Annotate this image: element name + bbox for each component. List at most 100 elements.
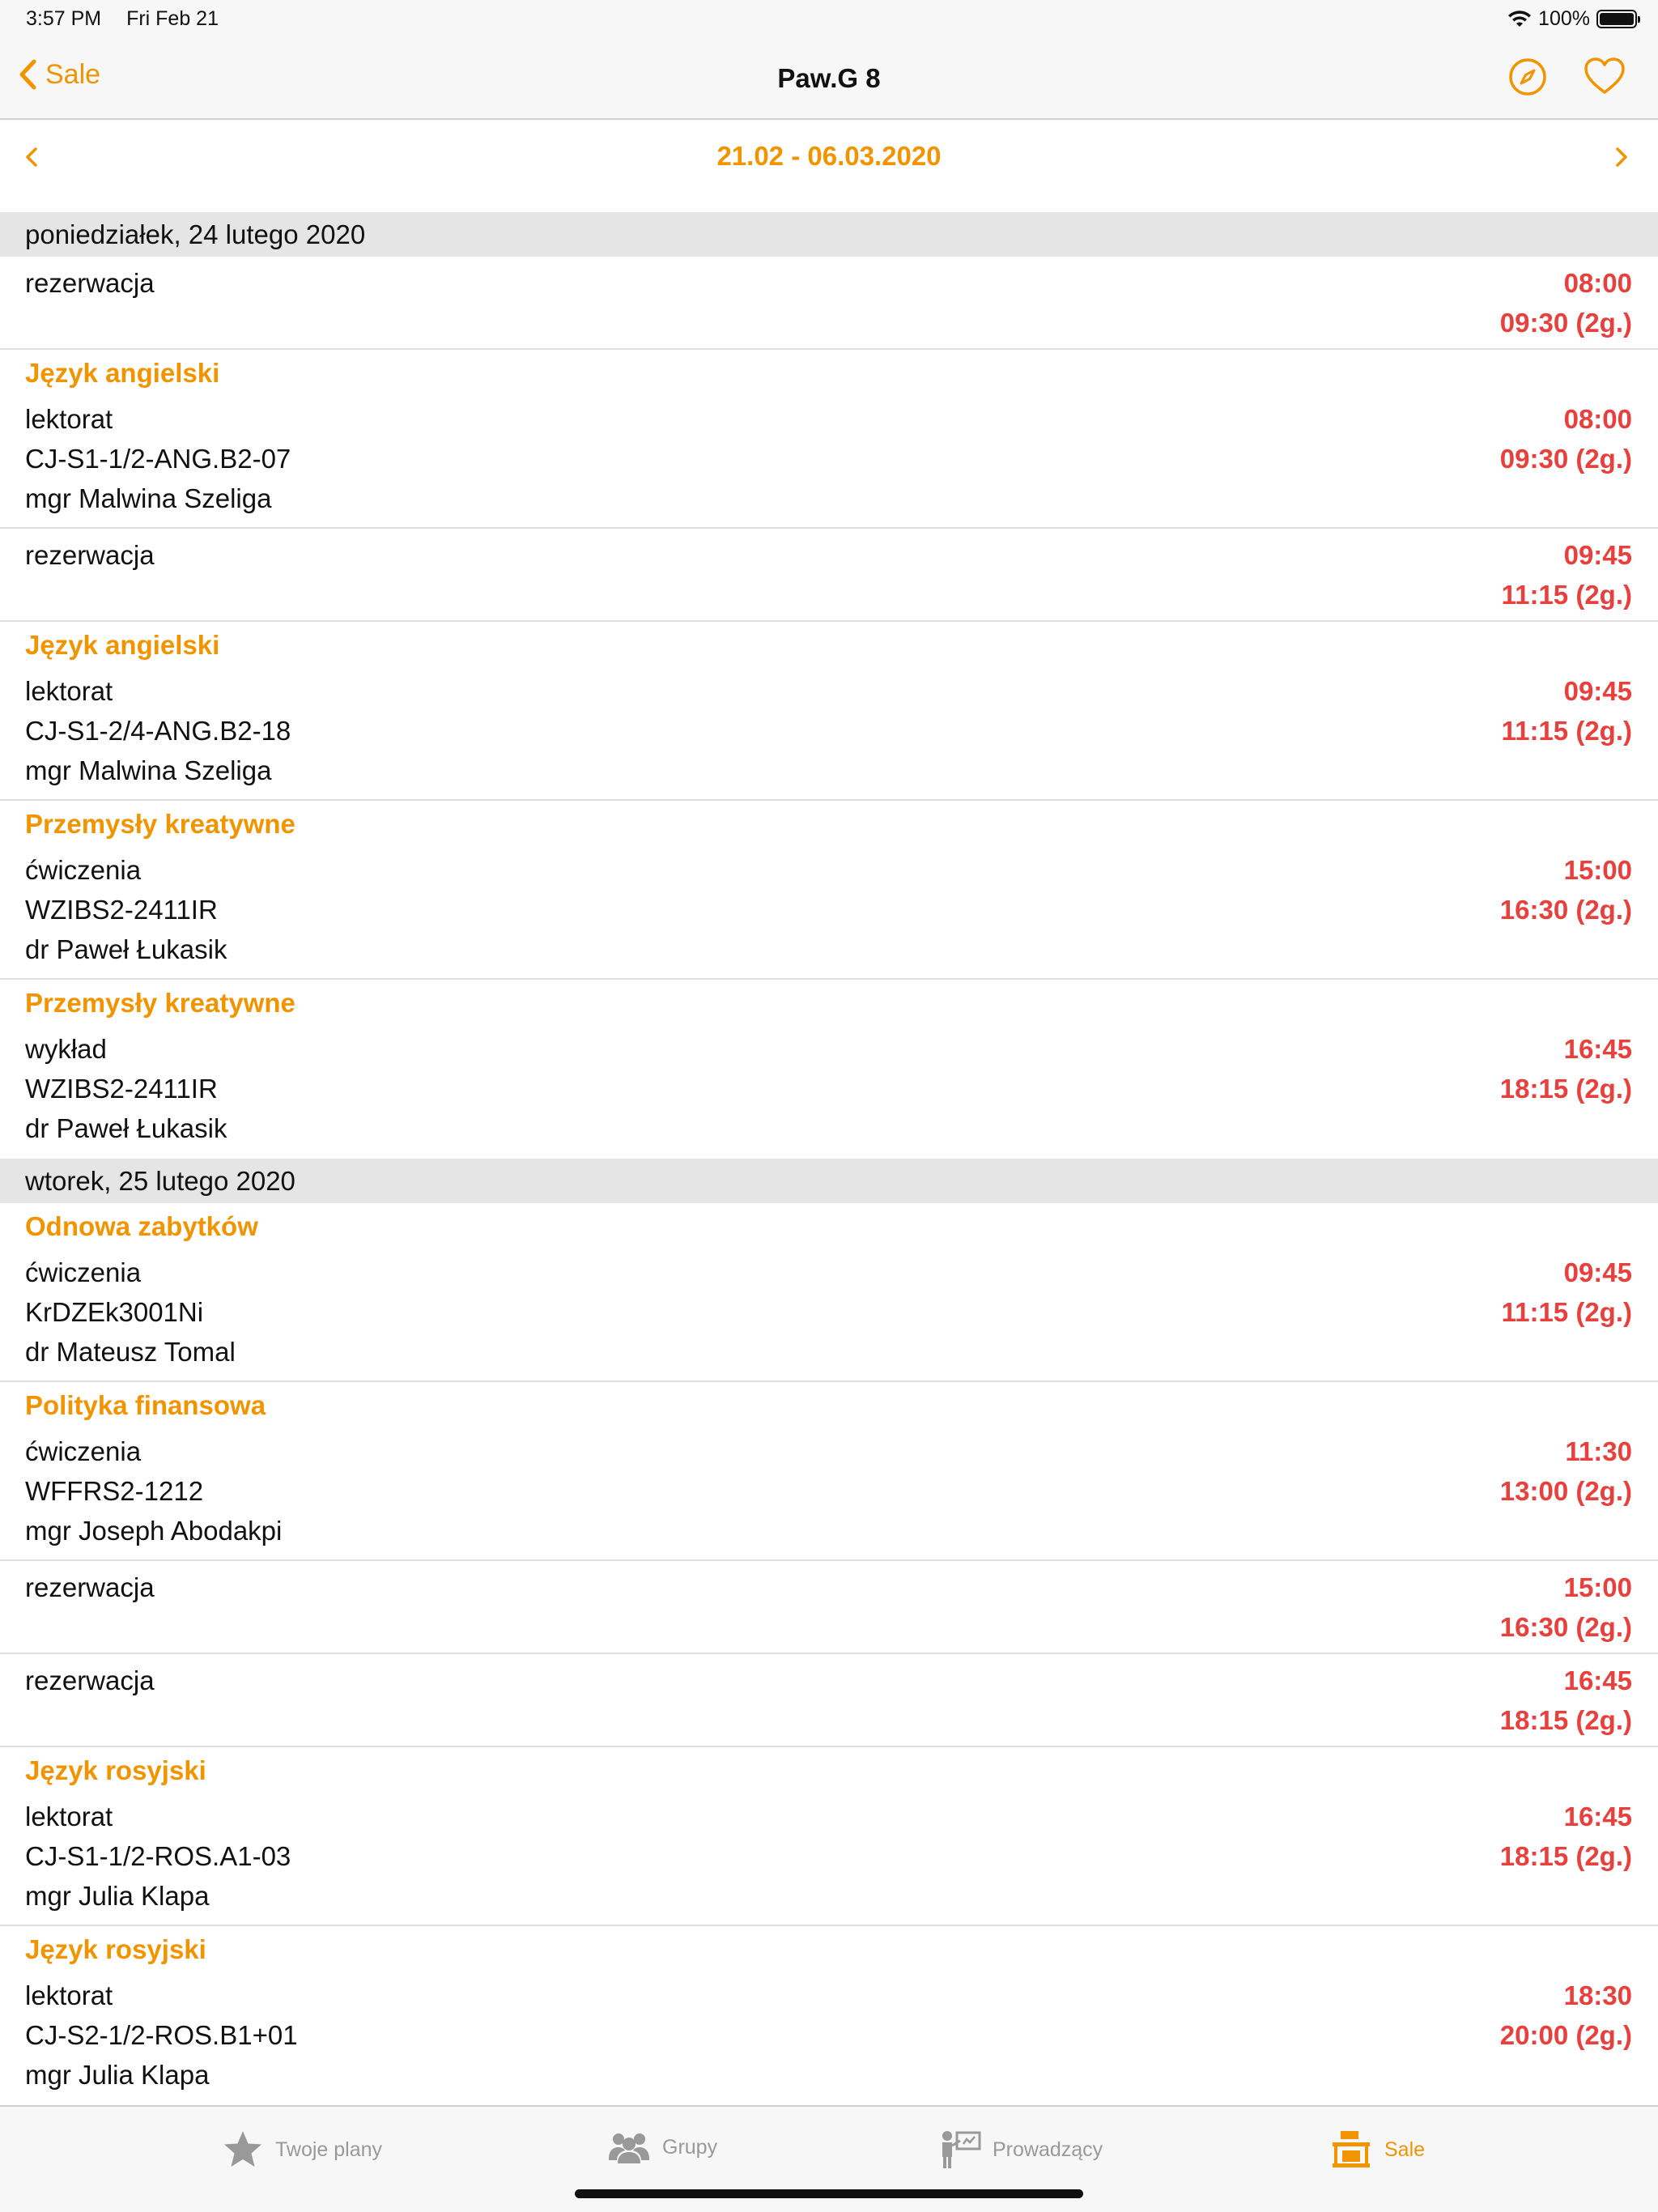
- date-range-bar: 21.02 - 06.03.2020: [0, 121, 1658, 212]
- entry-subject: Język rosyjski: [25, 1755, 206, 1785]
- entry-end-time: 11:15 (2g.): [1501, 1297, 1632, 1327]
- entry-start-time: 18:30: [1563, 1980, 1632, 2010]
- day-header: poniedziałek, 24 lutego 2020: [0, 212, 1658, 257]
- entry-start-time: 08:00: [1563, 404, 1632, 434]
- entry-start-time: 15:00: [1563, 1572, 1632, 1602]
- entry-teacher: dr Paweł Łukasik: [25, 934, 227, 964]
- entry-end-time: 11:15 (2g.): [1501, 716, 1632, 746]
- entry-type: ćwiczenia: [25, 1436, 142, 1466]
- entry-type: lektorat: [25, 1802, 113, 1831]
- page-title: Paw.G 8: [777, 63, 881, 93]
- entry-end-time: 16:30 (2g.): [1499, 1612, 1632, 1642]
- status-left: 3:57 PM Fri Feb 21: [26, 7, 238, 31]
- schedule-entry[interactable]: Język rosyjski lektorat CJ-S2-1/2-ROS.B1…: [0, 1926, 1658, 2105]
- entry-end-time: 11:15 (2g.): [1501, 580, 1632, 610]
- tab-prowadzacy[interactable]: Prowadzący: [939, 2129, 1103, 2170]
- entry-subject: Przemysły kreatywne: [25, 988, 295, 1018]
- entry-type: rezerwacja: [25, 540, 155, 570]
- entry-teacher: mgr Malwina Szeliga: [25, 483, 272, 513]
- entry-teacher: dr Mateusz Tomal: [25, 1337, 236, 1367]
- wifi-icon: [1508, 10, 1532, 27]
- entry-start-time: 15:00: [1563, 855, 1632, 885]
- entry-teacher: mgr Julia Klapa: [25, 1881, 210, 1911]
- status-bar: 3:57 PM Fri Feb 21 100%: [0, 0, 1658, 39]
- entry-group: KrDZEk3001Ni: [25, 1297, 204, 1327]
- entry-group: WZIBS2-2411IR: [25, 895, 218, 925]
- room-icon: [1333, 2131, 1370, 2167]
- entry-subject: Język rosyjski: [25, 1934, 206, 1964]
- entry-group: CJ-S1-2/4-ANG.B2-18: [25, 716, 291, 746]
- tab-label: Twoje plany: [275, 2138, 383, 2161]
- schedule-entry[interactable]: Odnowa zabytków ćwiczenia KrDZEk3001Ni d…: [0, 1203, 1658, 1382]
- entry-start-time: 09:45: [1563, 676, 1632, 706]
- entry-end-time: 09:30 (2g.): [1499, 308, 1632, 338]
- status-date: Fri Feb 21: [126, 7, 219, 30]
- entry-subject: Polityka finansowa: [25, 1390, 266, 1420]
- entry-subject: Język angielski: [25, 630, 220, 660]
- entry-type: lektorat: [25, 404, 113, 434]
- entry-start-time: 09:45: [1563, 1257, 1632, 1287]
- status-time: 3:57 PM: [26, 7, 102, 30]
- entry-subject: Język angielski: [25, 358, 220, 388]
- tab-label: Sale: [1384, 2138, 1426, 2161]
- battery-percent: 100%: [1538, 7, 1590, 30]
- schedule-entry[interactable]: Język rosyjski lektorat CJ-S1-1/2-ROS.A1…: [0, 1747, 1658, 1926]
- schedule-entry[interactable]: rezerwacja 16:45 18:15 (2g.): [0, 1654, 1658, 1747]
- entry-teacher: mgr Malwina Szeliga: [25, 755, 272, 785]
- heart-icon[interactable]: [1584, 57, 1626, 96]
- entry-teacher: mgr Joseph Abodakpi: [25, 1516, 283, 1546]
- entry-end-time: 18:15 (2g.): [1499, 1705, 1632, 1735]
- nav-bar: Sale Paw.G 8: [0, 39, 1658, 120]
- home-indicator: [575, 2189, 1083, 2198]
- entry-end-time: 09:30 (2g.): [1499, 444, 1632, 474]
- entry-end-time: 18:15 (2g.): [1499, 1841, 1632, 1871]
- day-header: wtorek, 25 lutego 2020: [0, 1159, 1658, 1203]
- entry-type: lektorat: [25, 676, 113, 706]
- schedule-entry[interactable]: Język angielski lektorat CJ-S1-2/4-ANG.B…: [0, 622, 1658, 801]
- tab-sale[interactable]: Sale: [1329, 2129, 1425, 2170]
- entry-type: wykład: [25, 1034, 107, 1064]
- date-range-label: 21.02 - 06.03.2020: [716, 141, 942, 171]
- entry-start-time: 11:30: [1565, 1436, 1632, 1466]
- star-icon: [224, 2131, 261, 2167]
- entry-type: ćwiczenia: [25, 1257, 142, 1287]
- entry-group: CJ-S2-1/2-ROS.B1+01: [25, 2020, 298, 2050]
- status-right: 100%: [1507, 7, 1640, 31]
- entry-start-time: 16:45: [1563, 1034, 1632, 1064]
- schedule-list[interactable]: poniedziałek, 24 lutego 2020 rezerwacja …: [0, 212, 1658, 2105]
- entry-type: rezerwacja: [25, 1665, 155, 1695]
- teacher-icon: [942, 2131, 981, 2168]
- schedule-entry[interactable]: Przemysły kreatywne wykład WZIBS2-2411IR…: [0, 980, 1658, 1159]
- entry-group: WZIBS2-2411IR: [25, 1074, 218, 1104]
- entry-start-time: 08:00: [1563, 268, 1632, 298]
- entry-group: CJ-S1-1/2-ANG.B2-07: [25, 444, 291, 474]
- schedule-entry[interactable]: Przemysły kreatywne ćwiczenia WZIBS2-241…: [0, 801, 1658, 980]
- entry-start-time: 16:45: [1563, 1665, 1632, 1695]
- compass-icon[interactable]: [1507, 57, 1548, 97]
- entry-type: rezerwacja: [25, 268, 155, 298]
- entry-subject: Przemysły kreatywne: [25, 809, 295, 839]
- tab-label: Prowadzący: [993, 2138, 1103, 2161]
- entry-type: ćwiczenia: [25, 855, 142, 885]
- tab-label: Grupy: [662, 2135, 718, 2159]
- tab-twoje-plany[interactable]: Twoje plany: [222, 2129, 382, 2170]
- entry-type: rezerwacja: [25, 1572, 155, 1602]
- schedule-entry[interactable]: Język angielski lektorat CJ-S1-1/2-ANG.B…: [0, 350, 1658, 529]
- battery-icon: [1596, 10, 1640, 28]
- entry-start-time: 16:45: [1563, 1802, 1632, 1831]
- entry-end-time: 18:15 (2g.): [1499, 1074, 1632, 1104]
- next-range-button[interactable]: [1611, 141, 1632, 173]
- entry-group: WFFRS2-1212: [25, 1476, 204, 1506]
- schedule-entry[interactable]: rezerwacja 15:00 16:30 (2g.): [0, 1561, 1658, 1654]
- entry-group: CJ-S1-1/2-ROS.A1-03: [25, 1841, 291, 1871]
- entry-teacher: dr Paweł Łukasik: [25, 1113, 227, 1143]
- entry-teacher: mgr Julia Klapa: [25, 2060, 210, 2090]
- tab-grupy[interactable]: Grupy: [607, 2129, 717, 2165]
- entry-start-time: 09:45: [1563, 540, 1632, 570]
- entry-end-time: 20:00 (2g.): [1499, 2020, 1632, 2050]
- schedule-entry[interactable]: Polityka finansowa ćwiczenia WFFRS2-1212…: [0, 1382, 1658, 1561]
- schedule-entry[interactable]: rezerwacja 08:00 09:30 (2g.): [0, 257, 1658, 350]
- entry-end-time: 16:30 (2g.): [1499, 895, 1632, 925]
- schedule-entry[interactable]: rezerwacja 09:45 11:15 (2g.): [0, 529, 1658, 622]
- entry-type: lektorat: [25, 1980, 113, 2010]
